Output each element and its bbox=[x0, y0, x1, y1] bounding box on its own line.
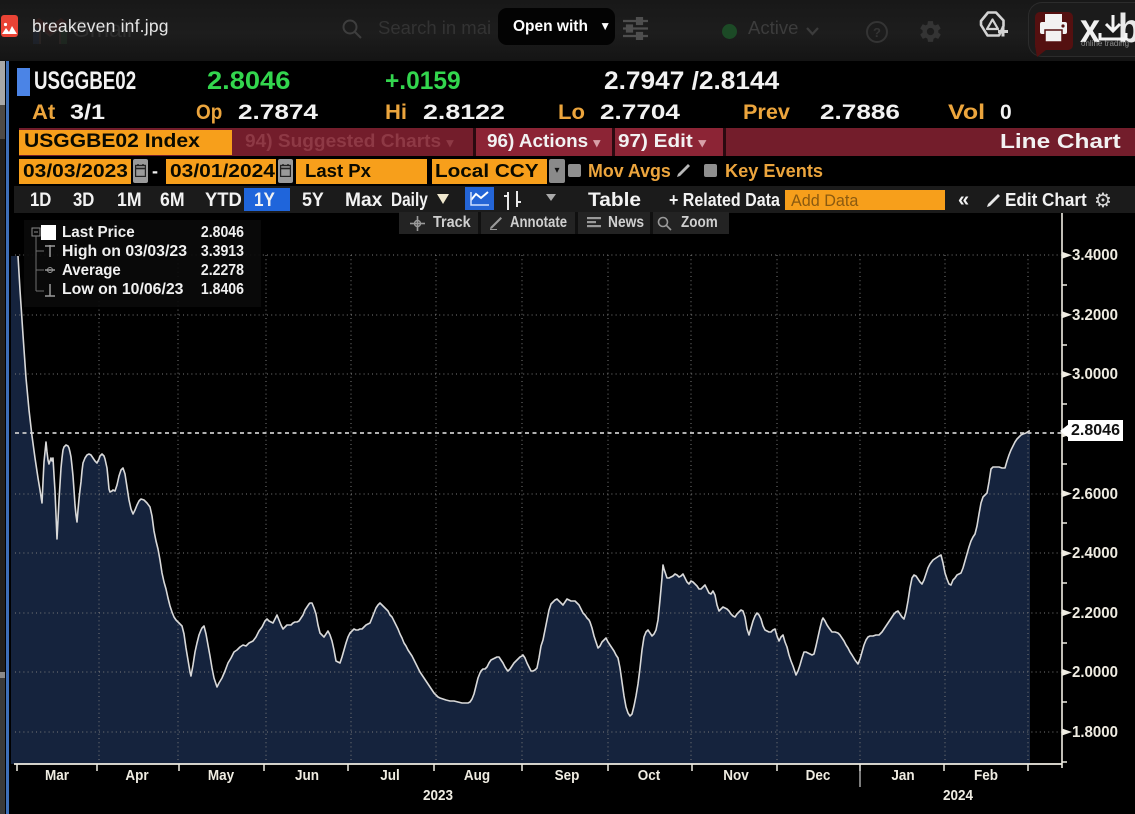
svg-text:?: ? bbox=[873, 25, 881, 40]
